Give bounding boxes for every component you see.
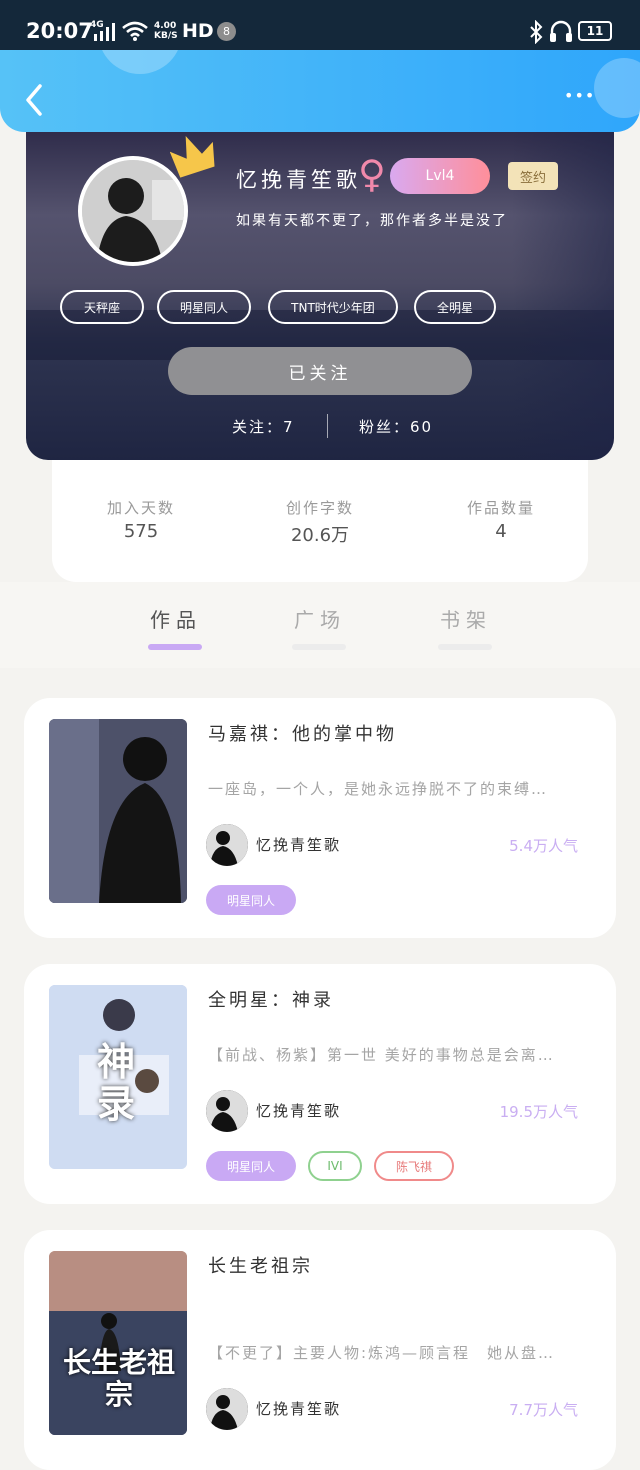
stat-label-works: 作品数量: [466, 499, 535, 517]
book-description: 【前战、杨紫】第一世 美好的事物总是会离…: [208, 1046, 555, 1064]
book-tag[interactable]: 明星同人: [206, 885, 296, 915]
crown-icon: [169, 130, 220, 182]
profile-tag[interactable]: 明星同人: [157, 290, 251, 324]
headphones-icon: [548, 19, 574, 49]
tab-square[interactable]: 广场: [270, 604, 370, 633]
top-nav-bar: •••: [0, 50, 640, 132]
net-speed-value: 4.00: [154, 21, 177, 31]
gender-female-icon: ♀: [358, 152, 386, 196]
book-cover: 神录: [49, 985, 187, 1169]
tab-indicator: [438, 644, 492, 650]
book-tag[interactable]: IVI: [308, 1151, 362, 1181]
stats-card: 加入天数 575 创作字数 20.6万 作品数量 4: [52, 440, 588, 582]
cover-title: 长生老祖宗: [62, 1346, 175, 1411]
back-button[interactable]: [20, 82, 50, 118]
following-count[interactable]: 关注：7: [232, 416, 295, 437]
stat-label-days: 加入天数: [106, 499, 175, 517]
book-card[interactable]: 神录 全明星：神录 【前战、杨紫】第一世 美好的事物总是会离… 忆挽青笙歌 19…: [24, 964, 616, 1204]
author-avatar: [206, 1090, 248, 1132]
popularity: 5.4万人气: [509, 837, 578, 855]
book-card[interactable]: 长生老祖宗 长生老祖宗 【不更了】主要人物:炼鸿—顾言程 她从盘… 忆挽青笙歌 …: [24, 1230, 616, 1470]
author-avatar: [206, 824, 248, 866]
profile-tag[interactable]: TNT时代少年团: [268, 290, 398, 324]
book-description: 一座岛，一个人，是她永远挣脱不了的束缚…: [208, 780, 549, 798]
popularity: 19.5万人气: [499, 1103, 578, 1121]
cover-title: 神录: [97, 1040, 136, 1126]
book-title: 全明星：神录: [208, 990, 334, 1011]
divider: [327, 414, 328, 438]
author-name: 忆挽青笙歌: [256, 836, 342, 854]
signature: 如果有天都不更了，那作者多半是没了: [236, 213, 508, 229]
stat-label-words: 创作字数: [285, 499, 354, 517]
tab-indicator: [292, 644, 346, 650]
book-card[interactable]: 马嘉祺：他的掌中物 一座岛，一个人，是她永远挣脱不了的束缚… 忆挽青笙歌 5.4…: [24, 698, 616, 938]
bluetooth-icon: [528, 19, 544, 48]
book-title: 长生老祖宗: [208, 1256, 313, 1277]
hd-indicator: HD: [182, 20, 214, 42]
net-speed-unit: KB/S: [154, 31, 178, 41]
book-description: 【不更了】主要人物:炼鸿—顾言程 她从盘…: [208, 1344, 556, 1362]
popularity: 7.7万人气: [509, 1401, 578, 1419]
author-name: 忆挽青笙歌: [256, 1400, 342, 1418]
decor-bubble: [98, 50, 182, 74]
profile-card: 忆挽青笙歌 ♀ Lvl4 签约 如果有天都不更了，那作者多半是没了 天秤座 明星…: [26, 120, 614, 460]
tab-active-indicator: [148, 644, 202, 650]
battery-level: 11: [586, 24, 604, 38]
tab-works[interactable]: 作品: [126, 604, 226, 633]
status-time: 20:07: [26, 19, 93, 43]
signal-icon: [92, 22, 116, 46]
book-tag[interactable]: 陈飞祺: [374, 1151, 454, 1181]
username: 忆挽青笙歌: [236, 168, 361, 192]
author-name: 忆挽青笙歌: [256, 1102, 342, 1120]
signed-badge: 签约: [508, 162, 558, 190]
book-tag[interactable]: 明星同人: [206, 1151, 296, 1181]
book-cover: [49, 719, 187, 903]
net-speed: 4.00 KB/S: [154, 21, 178, 41]
follow-button[interactable]: 已关注: [168, 347, 472, 395]
more-options-button[interactable]: •••: [564, 86, 604, 110]
level-badge: Lvl4: [390, 158, 490, 194]
chevron-left-icon: [26, 84, 42, 116]
book-title: 马嘉祺：他的掌中物: [208, 724, 397, 745]
tab-bookshelf[interactable]: 书架: [416, 604, 516, 633]
profile-tag[interactable]: 全明星: [414, 290, 496, 324]
wifi-icon: [122, 20, 148, 46]
fans-count[interactable]: 粉丝：60: [359, 416, 433, 437]
author-avatar: [206, 1388, 248, 1430]
stat-value-words: 20.6万: [290, 525, 350, 546]
stat-value-works: 4: [495, 521, 507, 542]
tab-bar: 作品 广场 书架: [0, 582, 640, 668]
battery-icon: 11: [578, 21, 612, 41]
book-cover: 长生老祖宗: [49, 1251, 187, 1435]
stat-value-days: 575: [123, 521, 159, 542]
profile-tag[interactable]: 天秤座: [60, 290, 144, 324]
notification-count: 8: [217, 22, 236, 41]
